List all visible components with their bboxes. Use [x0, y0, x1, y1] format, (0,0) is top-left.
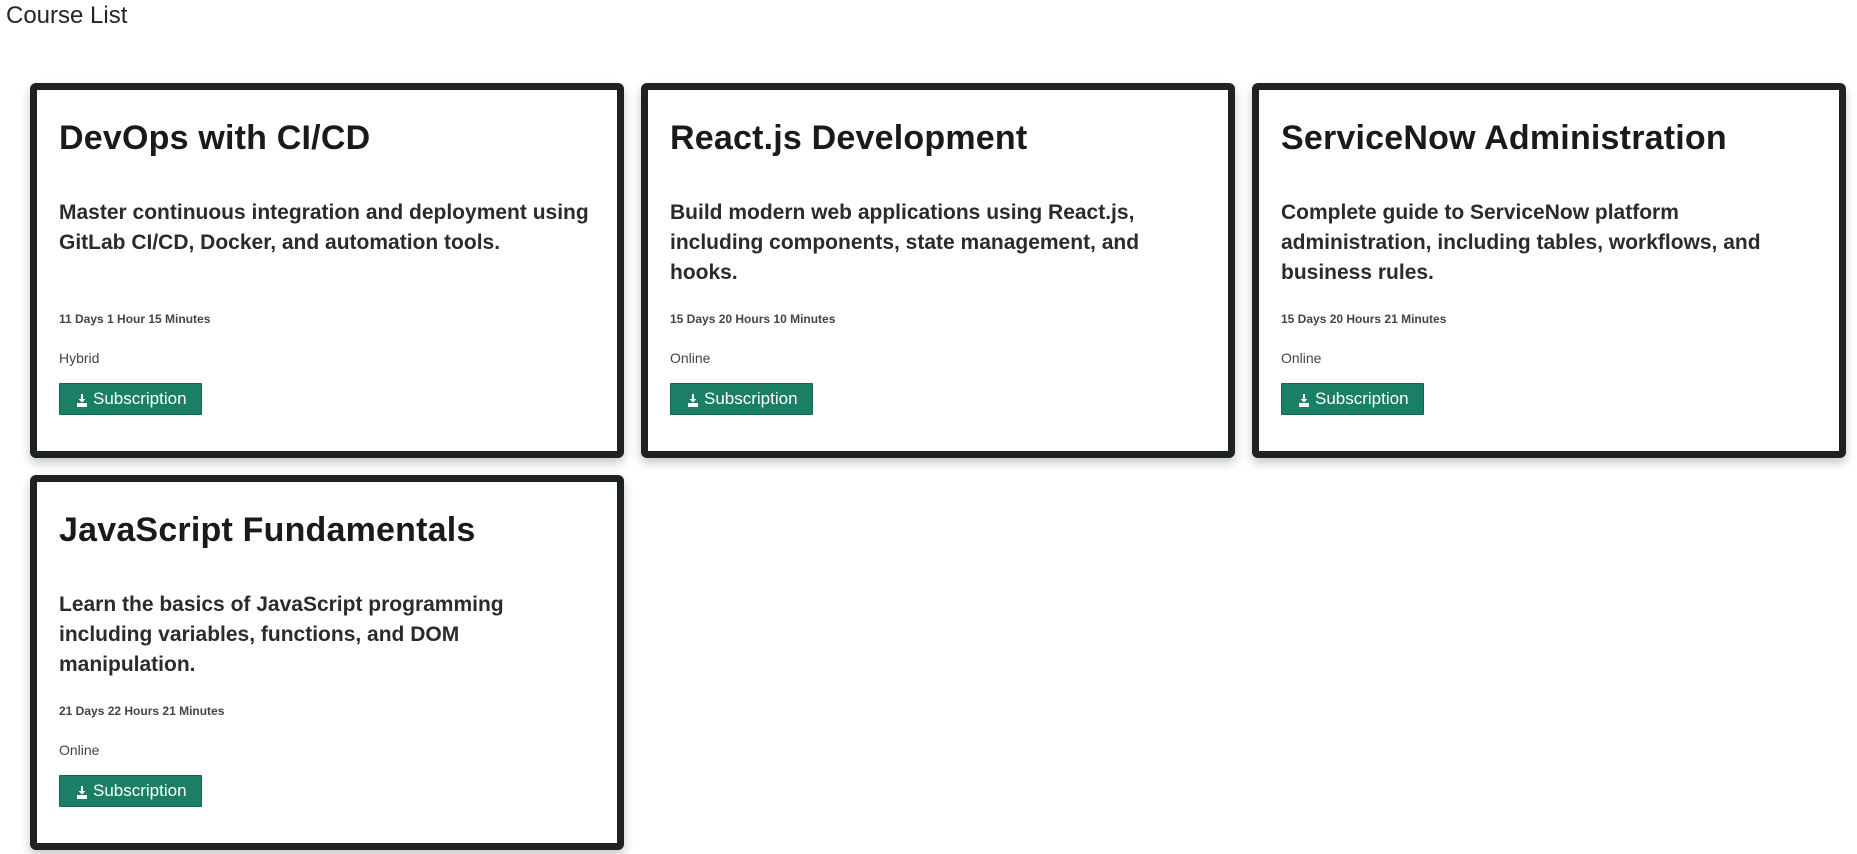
course-title: DevOps with CI/CD — [59, 119, 371, 157]
course-mode: Online — [59, 742, 100, 758]
course-description: Master continuous integration and deploy… — [59, 201, 589, 254]
subscription-button[interactable]: Subscription — [670, 383, 813, 415]
course-card: React.js Development Build modern web ap… — [641, 83, 1235, 458]
course-title: JavaScript Fundamentals — [59, 511, 476, 549]
subscription-button-label: Subscription — [93, 781, 187, 800]
course-description: Complete guide to ServiceNow platform ad… — [1281, 201, 1761, 284]
course-card: DevOps with CI/CD Master continuous inte… — [30, 83, 624, 458]
page-title: Course List — [6, 2, 128, 29]
download-icon — [77, 785, 87, 799]
subscription-button[interactable]: Subscription — [59, 383, 202, 415]
course-card: ServiceNow Administration Complete guide… — [1252, 83, 1846, 458]
subscription-button[interactable]: Subscription — [59, 775, 202, 807]
download-icon — [1299, 393, 1309, 407]
course-duration: 15 Days 20 Hours 21 Minutes — [1281, 312, 1447, 326]
course-title: React.js Development — [670, 119, 1028, 157]
course-duration: 15 Days 20 Hours 10 Minutes — [670, 312, 836, 326]
course-mode: Online — [1281, 350, 1322, 366]
subscription-button-label: Subscription — [93, 389, 187, 408]
course-description: Build modern web applications using Reac… — [670, 201, 1140, 284]
subscription-button-label: Subscription — [704, 389, 798, 408]
download-icon — [77, 393, 87, 407]
course-card: JavaScript Fundamentals Learn the basics… — [30, 475, 624, 850]
course-mode: Online — [670, 350, 711, 366]
course-duration: 21 Days 22 Hours 21 Minutes — [59, 704, 225, 718]
subscription-button-label: Subscription — [1315, 389, 1409, 408]
download-icon — [688, 393, 698, 407]
course-title: ServiceNow Administration — [1281, 119, 1727, 157]
course-duration: 11 Days 1 Hour 15 Minutes — [59, 312, 211, 326]
subscription-button[interactable]: Subscription — [1281, 383, 1424, 415]
course-grid: DevOps with CI/CD Master continuous inte… — [30, 83, 1848, 850]
course-mode: Hybrid — [59, 350, 100, 366]
course-description: Learn the basics of JavaScript programmi… — [59, 593, 504, 676]
